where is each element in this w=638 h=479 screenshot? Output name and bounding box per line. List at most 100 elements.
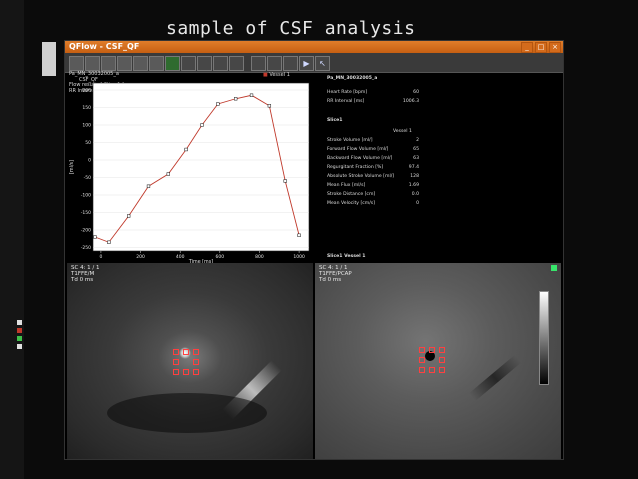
result-key: RR Interval [ms] — [327, 99, 365, 104]
result-value: 63 — [413, 156, 419, 161]
result-value: 60 — [413, 90, 419, 95]
x-tick-label: 0 — [99, 254, 102, 260]
result-key: Forward Flow Volume [ml/] — [327, 147, 389, 152]
slide-title: sample of CSF analysis — [166, 18, 416, 39]
move-tool-icon[interactable] — [229, 56, 244, 71]
window-titlebar[interactable]: QFlow - CSF_QF _ □ × — [65, 41, 563, 53]
paste-tool-icon[interactable] — [267, 56, 282, 71]
roi-handle[interactable] — [429, 367, 435, 373]
x-tick-label: 800 — [255, 254, 264, 260]
data-point — [234, 97, 238, 101]
x-tick-label: 200 — [136, 254, 145, 260]
delete-tool-icon[interactable] — [283, 56, 298, 71]
y-tick-label: -150 — [81, 210, 91, 216]
roi-handle[interactable] — [439, 347, 445, 353]
roi-handle[interactable] — [419, 367, 425, 373]
result-row: Absolute Stroke Volume [ml/] 128 — [327, 174, 559, 180]
x-tick-label: 400 — [176, 254, 185, 260]
result-row: Backward Flow Volume [ml/] 63 — [327, 156, 559, 162]
table-title: Slice1 Vessel 1 — [327, 254, 366, 259]
roi-handle[interactable] — [193, 359, 199, 365]
data-point — [283, 179, 287, 183]
result-value: 97.4 — [408, 165, 419, 170]
result-key: Backward Flow Volume [ml/] — [327, 156, 393, 161]
dark-canal — [107, 393, 267, 433]
toolbar-button[interactable] — [69, 56, 84, 71]
magnitude-image-pane[interactable]: SC 4: 1 / 1 T1FFE/M Td 0 ms — [67, 263, 313, 459]
slide-deco-mark — [17, 336, 22, 341]
chart-legend: ■ Vessel 1 — [263, 72, 290, 78]
y-tick-label: 100 — [82, 123, 91, 129]
roi-tool-icon[interactable] — [181, 56, 196, 71]
roi-handle[interactable] — [173, 369, 179, 375]
result-key: Absolute Stroke Volume [ml/] — [327, 174, 395, 179]
toolbar-button[interactable] — [149, 56, 164, 71]
toolbar-button[interactable] — [101, 56, 116, 71]
roi-handle[interactable] — [419, 357, 425, 363]
close-button[interactable]: × — [549, 42, 561, 53]
roi-handle[interactable] — [173, 349, 179, 355]
result-row: Heart Rate [bpm] 60 — [327, 90, 559, 96]
pane-label-line: Td 0 ms — [71, 277, 94, 283]
toolbar-button[interactable] — [85, 56, 100, 71]
roi-handle[interactable] — [173, 359, 179, 365]
minimize-button[interactable]: _ — [521, 42, 533, 53]
result-key: Mean Velocity [cm/s] — [327, 201, 375, 206]
result-value: 1006.3 — [402, 99, 419, 104]
result-value: 0.0 — [411, 192, 419, 197]
result-value: 1.69 — [408, 183, 419, 188]
results-name: Pa_MN_30032005_a — [327, 76, 378, 81]
maximize-button[interactable]: □ — [535, 42, 547, 53]
roi-handle[interactable] — [439, 357, 445, 363]
legend-marker-icon: ■ — [263, 72, 268, 78]
phase-image-pane[interactable]: SC 4: 1 / 1 T1FFE/PCAP Td 0 ms — [315, 263, 561, 459]
result-key: Regurgitant Fraction [%] — [327, 165, 384, 170]
data-point — [146, 184, 151, 188]
qflow-window: QFlow - CSF_QF _ □ × ▶ ↖ Pa_MN_30032005_… — [64, 40, 564, 460]
data-point — [249, 93, 254, 97]
data-point — [184, 147, 188, 152]
roi-handle[interactable] — [183, 369, 189, 375]
flow-line-icon[interactable] — [165, 56, 180, 71]
result-key: Stroke Distance [cm] — [327, 192, 376, 197]
roi-handle[interactable] — [429, 347, 435, 353]
grid-tool-icon[interactable] — [213, 56, 228, 71]
roi-handle[interactable] — [193, 369, 199, 375]
data-point — [93, 235, 97, 239]
pane-label: SC 4: 1 / 1 T1FFE/M Td 0 ms — [71, 265, 100, 283]
result-key: Heart Rate [bpm] — [327, 90, 368, 95]
slice-label: Slice1 — [327, 118, 343, 123]
y-tick-label: 50 — [85, 140, 91, 146]
result-value: 2 — [416, 138, 419, 143]
data-point — [297, 233, 301, 237]
y-tick-label: -200 — [81, 228, 91, 234]
y-axis-label: [ml/s] — [69, 160, 75, 174]
slide-deco-mark — [17, 328, 22, 333]
roi-handle[interactable] — [183, 349, 189, 355]
toolbar: ▶ ↖ — [65, 53, 563, 73]
result-value: 65 — [413, 147, 419, 152]
roi-handle[interactable] — [419, 347, 425, 353]
slide-deco-mark — [17, 344, 22, 349]
vessel-structure — [468, 354, 522, 402]
copy-tool-icon[interactable] — [251, 56, 266, 71]
roi-handle[interactable] — [439, 367, 445, 373]
y-tick-label: -250 — [81, 245, 91, 251]
play-icon[interactable]: ▶ — [299, 56, 314, 71]
toolbar-button[interactable] — [133, 56, 148, 71]
slide-side-bar — [0, 0, 24, 479]
toolbar-button[interactable] — [117, 56, 132, 71]
result-key: Stroke Volume [ml/] — [327, 138, 373, 143]
roi-marker[interactable] — [173, 349, 199, 375]
roi-handle[interactable] — [193, 349, 199, 355]
pointer-icon[interactable]: ↖ — [315, 56, 330, 71]
result-row: RR Interval [ms] 1006.3 — [327, 99, 559, 105]
data-point — [200, 123, 204, 127]
roi-marker[interactable] — [419, 347, 445, 373]
snake-tool-icon[interactable] — [197, 56, 212, 71]
result-row: Regurgitant Fraction [%] 97.4 — [327, 165, 559, 171]
x-tick-label: 1000 — [293, 254, 305, 260]
data-point — [166, 172, 170, 176]
y-tick-label: 0 — [88, 158, 91, 164]
status-indicator-icon — [551, 265, 557, 271]
